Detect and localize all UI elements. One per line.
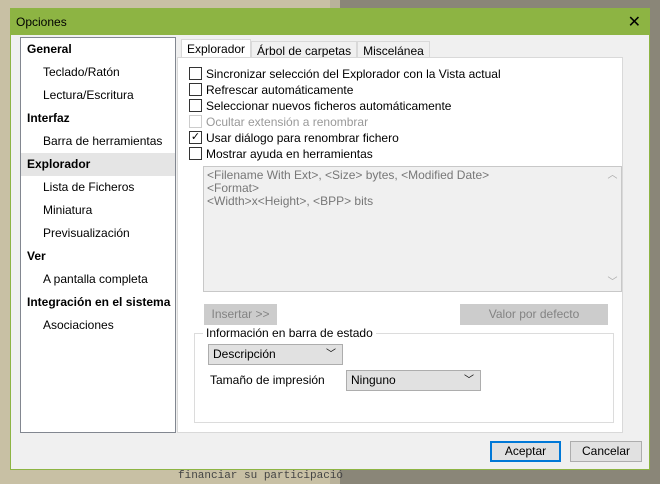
status-bar-info-group: Información en barra de estado Descripci… xyxy=(194,326,614,423)
group-title: Información en barra de estado xyxy=(203,326,376,340)
status-info-select[interactable]: Descripción ﹀ xyxy=(208,344,343,365)
close-icon[interactable]: ✕ xyxy=(628,12,641,32)
background-text: financiar su participació xyxy=(178,470,344,482)
sidebar-item[interactable]: General xyxy=(21,38,175,61)
sidebar-item[interactable]: Integración en el sistema xyxy=(21,291,175,314)
chevron-down-icon: ﹀ xyxy=(326,349,336,360)
sidebar-item[interactable]: Asociaciones xyxy=(21,314,175,337)
template-text: <Filename With Ext>, <Size> bytes, <Modi… xyxy=(207,168,490,208)
sidebar-item[interactable]: Previsualización xyxy=(21,222,175,245)
option-label: Ocultar extensión a renombrar xyxy=(206,114,369,129)
status-template-textarea[interactable]: <Filename With Ext>, <Size> bytes, <Modi… xyxy=(203,166,622,292)
sidebar-item[interactable]: Barra de herramientas xyxy=(21,130,175,153)
option-label: Sincronizar selección del Explorador con… xyxy=(206,66,501,81)
option-checkbox[interactable]: Ocultar extensión a renombrar xyxy=(189,114,368,129)
option-label: Usar diálogo para renombrar fichero xyxy=(206,130,399,145)
option-checkbox[interactable]: Mostrar ayuda en herramientas xyxy=(189,146,373,161)
sidebar-item[interactable]: Teclado/Ratón xyxy=(21,61,175,84)
scrollbar[interactable]: ︿ ﹀ xyxy=(604,167,621,291)
title-bar: Opciones xyxy=(11,9,649,35)
checkmark-icon[interactable]: ✓ xyxy=(189,131,202,144)
option-checkbox[interactable]: Seleccionar nuevos ficheros automáticame… xyxy=(189,98,451,113)
sidebar-item[interactable]: Lista de Ficheros xyxy=(21,176,175,199)
option-label: Mostrar ayuda en herramientas xyxy=(206,146,373,161)
sidebar-item[interactable]: A pantalla completa xyxy=(21,268,175,291)
checkbox-icon[interactable] xyxy=(189,83,202,96)
option-checkbox[interactable]: ✓ Usar diálogo para renombrar fichero xyxy=(189,130,399,145)
sidebar-item[interactable]: Ver xyxy=(21,245,175,268)
accept-button[interactable]: Aceptar xyxy=(490,441,561,462)
checkbox-icon[interactable] xyxy=(189,115,202,128)
print-size-select[interactable]: Ninguno ﹀ xyxy=(346,370,481,391)
insert-button[interactable]: Insertar >> xyxy=(204,304,277,325)
option-checkbox[interactable]: Refrescar automáticamente xyxy=(189,82,353,97)
select-value: Ninguno xyxy=(351,373,396,387)
category-list: General Teclado/Ratón Lectura/Escritura Int… xyxy=(20,37,176,433)
tab-panel-explorador: Sincronizar selección del Explorador con… xyxy=(177,57,623,433)
scroll-down-icon[interactable]: ﹀ xyxy=(604,276,621,289)
options-dialog: Opciones ✕ General Teclado/Ratón Lectura/E… xyxy=(10,8,650,470)
cancel-button[interactable]: Cancelar xyxy=(570,441,642,462)
option-checkbox[interactable]: Sincronizar selección del Explorador con… xyxy=(189,66,501,81)
default-value-button[interactable]: Valor por defecto xyxy=(460,304,608,325)
print-size-label: Tamaño de impresión xyxy=(210,373,325,387)
select-value: Descripción xyxy=(213,347,276,361)
checkbox-icon[interactable] xyxy=(189,147,202,160)
chevron-down-icon: ﹀ xyxy=(464,375,474,386)
checkbox-icon[interactable] xyxy=(189,67,202,80)
sidebar-item[interactable]: Lectura/Escritura xyxy=(21,84,175,107)
window-title: Opciones xyxy=(16,15,67,29)
option-label: Seleccionar nuevos ficheros automáticame… xyxy=(206,98,452,113)
sidebar-item[interactable]: Explorador xyxy=(21,153,175,176)
scroll-up-icon[interactable]: ︿ xyxy=(604,169,621,182)
checkbox-icon[interactable] xyxy=(189,99,202,112)
option-label: Refrescar automáticamente xyxy=(206,82,354,97)
sidebar-item[interactable]: Miniatura xyxy=(21,199,175,222)
sidebar-item[interactable]: Interfaz xyxy=(21,107,175,130)
